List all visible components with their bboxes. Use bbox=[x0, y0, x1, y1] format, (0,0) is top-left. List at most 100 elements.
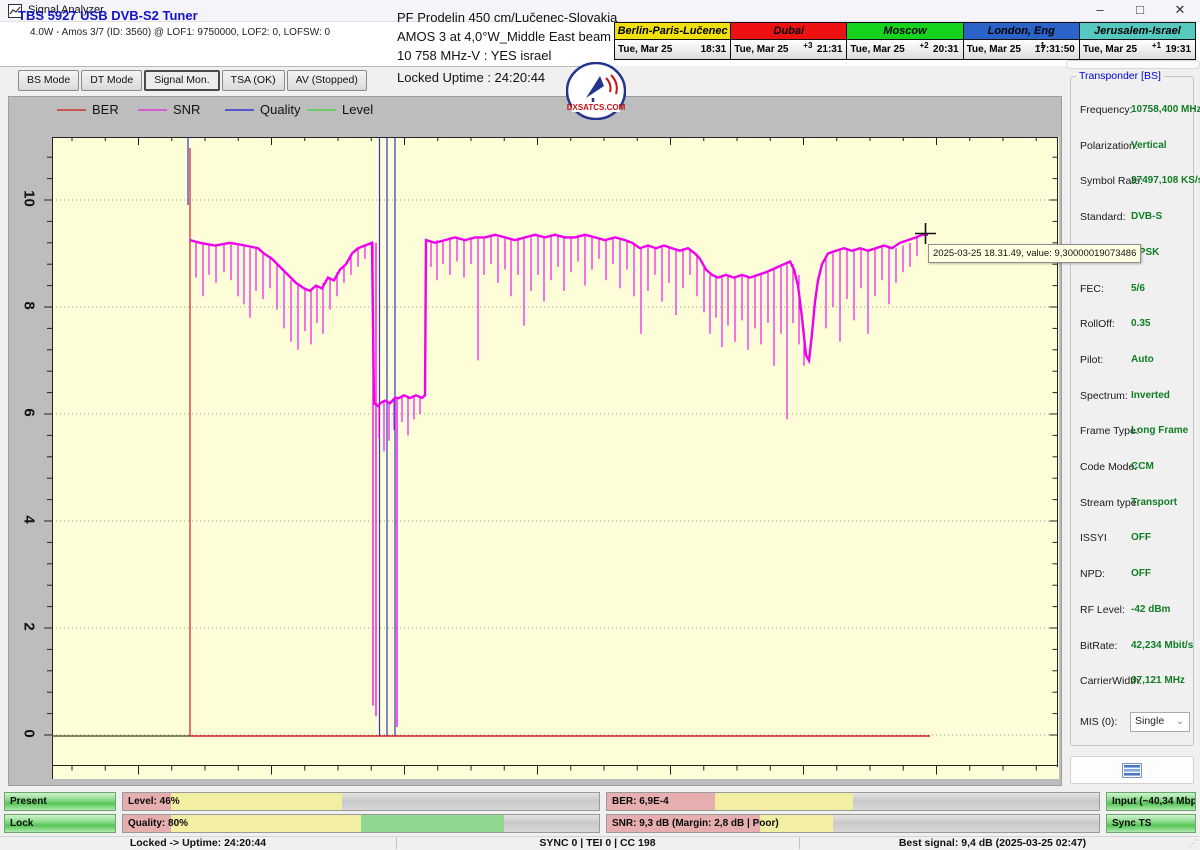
transponder-field-value: 10758,400 MHz bbox=[1131, 104, 1200, 115]
meter-zone bbox=[171, 815, 361, 832]
legend-label-snr: SNR bbox=[173, 102, 200, 116]
meter-zone bbox=[361, 815, 504, 832]
clock-utc-offset: +1 bbox=[1152, 41, 1161, 50]
clock-date: Tue, Mar 25 bbox=[850, 44, 904, 55]
clock-city-label: Berlin-Paris-Lučenec bbox=[615, 23, 730, 40]
signal-analyzer-window: Signal Analyzer – □ ✕ TBS 5927 USB DVB-S… bbox=[0, 0, 1200, 850]
frequency-info-line: 10 758 MHz-V : YES israel bbox=[397, 48, 551, 63]
meter-zone bbox=[715, 793, 853, 810]
transponder-field-value: DVB-S bbox=[1131, 211, 1162, 222]
mis-selected-value: Single bbox=[1135, 715, 1164, 727]
tab-av-stopped-[interactable]: AV (Stopped) bbox=[287, 70, 367, 91]
meter-quality: Quality: 80% bbox=[122, 814, 600, 833]
clock-city-label: Dubai bbox=[731, 23, 846, 40]
transponder-field-value: Transport bbox=[1131, 497, 1177, 508]
clock-time-row: Tue, Mar 25+220:31 bbox=[847, 40, 962, 59]
tab-tsa-ok-[interactable]: TSA (OK) bbox=[222, 70, 285, 91]
meter-label: Level: 46% bbox=[128, 796, 180, 807]
locked-uptime-text: Locked Uptime : 24:20:44 bbox=[397, 70, 545, 85]
transponder-field-label: ISSYI bbox=[1080, 532, 1107, 544]
clock-berlin-paris-lu-enec: Berlin-Paris-Lučenec Tue, Mar 25 18:31 bbox=[615, 23, 731, 59]
mis-dropdown[interactable]: Single ⌄ bbox=[1130, 712, 1190, 732]
mis-label: MIS (0): bbox=[1080, 716, 1117, 728]
resize-grip[interactable]: ⋰ bbox=[1189, 838, 1199, 849]
chevron-down-icon: ⌄ bbox=[1176, 716, 1184, 727]
statusbar-section-0: Locked -> Uptime: 24:20:44 bbox=[0, 837, 396, 850]
transponder-field-value: OFF bbox=[1131, 532, 1151, 543]
tuner-subtitle: 4.0W - Amos 3/7 (ID: 3560) @ LOF1: 97500… bbox=[30, 27, 330, 38]
clock-date: Tue, Mar 25 bbox=[1083, 44, 1137, 55]
transponder-field-label: Standard: bbox=[1080, 211, 1126, 223]
transponder-field-value: 42,234 Mbit/s bbox=[1131, 640, 1193, 651]
meter-label: SNR: 9,3 dB (Margin: 2,8 dB | Poor) bbox=[612, 818, 779, 829]
transponder-field-label: Code Mode: bbox=[1080, 461, 1137, 473]
clock-time-row: Tue, Mar 25-117:31:50 bbox=[964, 40, 1079, 59]
minimize-button[interactable]: – bbox=[1080, 0, 1120, 21]
transponder-field-value: 5/6 bbox=[1131, 283, 1145, 294]
tab-dt-mode[interactable]: DT Mode bbox=[81, 70, 142, 91]
transponder-field-value: Vertical bbox=[1131, 140, 1167, 151]
clock-time: 21:31 bbox=[817, 44, 843, 55]
clock-time: 18:31 bbox=[701, 44, 727, 55]
meter-label: BER: 6,9E-4 bbox=[612, 796, 669, 807]
transponder-field-label: FEC: bbox=[1080, 283, 1104, 295]
transponder-field-value: Auto bbox=[1131, 354, 1154, 365]
statusbar-divider bbox=[799, 837, 800, 849]
meter-zone bbox=[171, 793, 342, 810]
tab-bar: BS ModeDT ModeSignal Mon.TSA (OK)AV (Sto… bbox=[18, 70, 367, 91]
y-tick-label-2: 2 bbox=[21, 614, 38, 640]
close-button[interactable]: ✕ bbox=[1160, 0, 1200, 21]
transponder-field-value: -42 dBm bbox=[1131, 604, 1170, 615]
transponder-groupbox-title: Transponder [BS] bbox=[1076, 70, 1164, 82]
y-tick-label-10: 10 bbox=[21, 186, 38, 212]
clock-time-row: Tue, Mar 25 +1 19:31 bbox=[1080, 40, 1195, 59]
y-tick-label-4: 4 bbox=[21, 507, 38, 533]
transponder-field-label: NPD: bbox=[1080, 568, 1105, 580]
transponder-field-value: 27497,108 KS/s bbox=[1131, 175, 1200, 186]
tab-signal-mon-[interactable]: Signal Mon. bbox=[144, 70, 219, 91]
stacked-cards-icon bbox=[1122, 763, 1142, 778]
clock-date: Tue, Mar 25 bbox=[967, 44, 1021, 55]
maximize-button[interactable]: □ bbox=[1120, 0, 1160, 21]
transponder-field-value: CCM bbox=[1131, 461, 1154, 472]
crosshair-cursor bbox=[915, 223, 936, 244]
clock-time-row: Tue, Mar 25+321:31 bbox=[731, 40, 846, 59]
legend-label-level: Level bbox=[342, 102, 373, 116]
legend-swatch-snr bbox=[138, 109, 167, 111]
status-led-right: Sync TS bbox=[1106, 814, 1196, 833]
clock-city-label: Moscow bbox=[847, 23, 962, 40]
y-tick-label-8: 8 bbox=[21, 293, 38, 319]
meter-level: Level: 46% bbox=[122, 792, 600, 811]
clock-time: 19:31 bbox=[1165, 44, 1191, 55]
world-clocks-panel: Berlin-Paris-Lučenec Tue, Mar 25 18:31 Duba… bbox=[614, 22, 1196, 60]
tuner-title: TBS 5927 USB DVB-S2 Tuner bbox=[18, 8, 198, 23]
sidebar-action-button[interactable] bbox=[1070, 756, 1194, 784]
clock-city-label: Jerusalem-Israel bbox=[1080, 23, 1195, 40]
transponder-field-value: 37,121 MHz bbox=[1131, 675, 1185, 686]
legend-label-ber: BER bbox=[92, 102, 119, 116]
tab-bs-mode[interactable]: BS Mode bbox=[18, 70, 79, 91]
signal-chart bbox=[44, 137, 1059, 779]
transponder-field-value: 0.35 bbox=[1131, 318, 1150, 329]
clock-moscow: MoscowTue, Mar 25+220:31 bbox=[847, 23, 963, 59]
transponder-field-label: Pilot: bbox=[1080, 354, 1103, 366]
legend-swatch-level bbox=[307, 109, 336, 111]
transponder-field-label: Polarization: bbox=[1080, 140, 1138, 152]
clock-time: 17:31:50 bbox=[1035, 44, 1075, 55]
clock-jerusalem-israel: Jerusalem-Israel Tue, Mar 25 +1 19:31 bbox=[1080, 23, 1195, 59]
status-led-right: Input (~40,34 Mbps) bbox=[1106, 792, 1196, 811]
sidebar-scroll-strip[interactable] bbox=[1066, 60, 1200, 69]
y-tick-label-0: 0 bbox=[21, 721, 38, 747]
clock-date: Tue, Mar 25 bbox=[734, 44, 788, 55]
clock-city-label: London, Eng bbox=[964, 23, 1079, 40]
clock-london-eng: London, EngTue, Mar 25-117:31:50 bbox=[964, 23, 1080, 59]
svg-text:DXSATCS.COM: DXSATCS.COM bbox=[567, 103, 626, 112]
site-info-line: PF Prodelin 450 cm/Lučenec-Slovakia bbox=[397, 10, 617, 25]
clock-time: 20:31 bbox=[933, 44, 959, 55]
meter-snr: SNR: 9,3 dB (Margin: 2,8 dB | Poor) bbox=[606, 814, 1100, 833]
clock-date: Tue, Mar 25 bbox=[618, 44, 672, 55]
legend-swatch-quality bbox=[225, 109, 254, 111]
transponder-field-label: RollOff: bbox=[1080, 318, 1115, 330]
transponder-field-value: Inverted bbox=[1131, 390, 1170, 401]
meter-label: Quality: 80% bbox=[128, 818, 188, 829]
